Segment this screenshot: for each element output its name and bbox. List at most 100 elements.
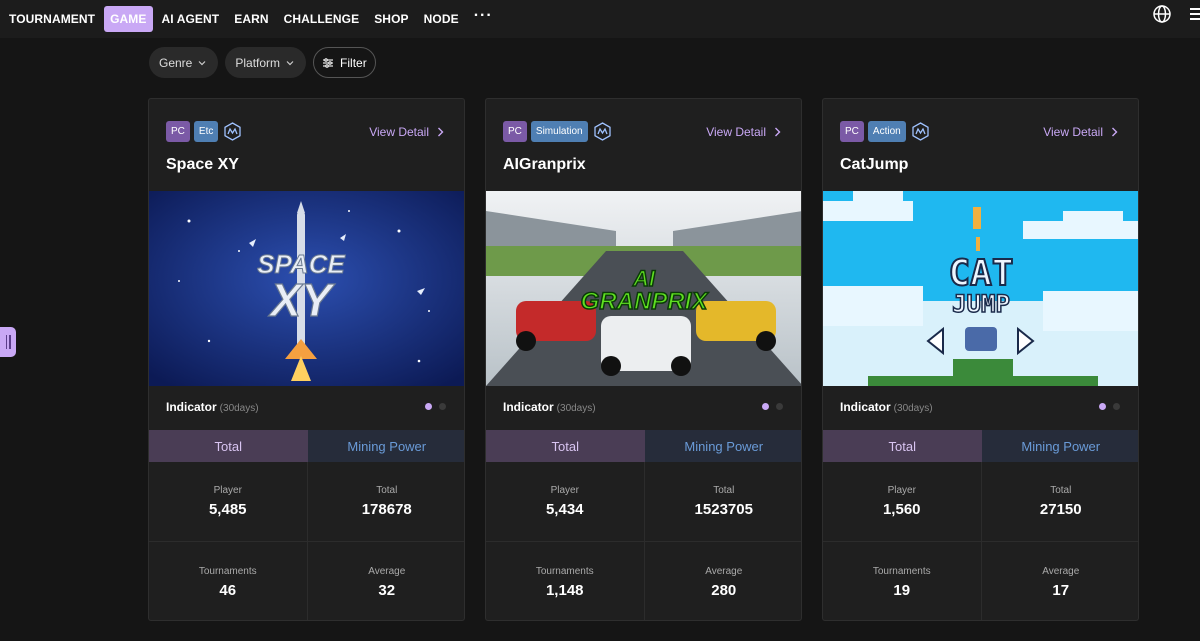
stat-average: Average 280	[645, 542, 802, 620]
chain-logo-icon	[222, 121, 243, 142]
globe-icon[interactable]	[1152, 4, 1172, 24]
hamburger-icon[interactable]	[1188, 4, 1200, 24]
stat-value: 5,485	[208, 501, 247, 518]
game-card-list: PC Etc View Detail Space XY SPACE XY Ind…	[148, 98, 1139, 621]
more-menu-button[interactable]: ···	[468, 7, 499, 25]
stat-label: Average	[705, 565, 743, 577]
tab-mining-power[interactable]: Mining Power	[981, 430, 1138, 462]
genre-dropdown[interactable]: Genre	[149, 47, 219, 78]
indicator-label: Indicator	[503, 400, 554, 414]
carousel-dot-active[interactable]	[1099, 403, 1106, 410]
stat-value: 17	[1052, 581, 1070, 599]
stat-total: Total 1523705	[644, 462, 801, 542]
genre-badge: Action	[867, 121, 906, 142]
carousel-dot[interactable]	[776, 403, 783, 410]
view-detail-label: View Detail	[369, 125, 429, 139]
platform-dropdown[interactable]: Platform	[225, 47, 307, 78]
stat-label: Player	[550, 485, 579, 496]
stat-value: 1,148	[545, 581, 584, 599]
game-card-space-xy[interactable]: PC Etc View Detail Space XY SPACE XY Ind…	[148, 98, 465, 621]
platform-label: Platform	[235, 55, 281, 70]
filter-button[interactable]: Filter	[313, 47, 376, 78]
stat-value: 19	[893, 581, 911, 599]
stat-average: Average 32	[308, 542, 465, 620]
stat-value: 27150	[1039, 501, 1082, 518]
game-cover-image[interactable]: CAT JUMP	[823, 191, 1138, 386]
tab-total[interactable]: Total	[486, 430, 645, 462]
stat-label: Total	[1050, 485, 1072, 496]
chevron-down-icon	[198, 60, 206, 65]
genre-badge: Etc	[193, 121, 219, 142]
tab-mining-power[interactable]: Mining Power	[307, 430, 464, 462]
game-title: CatJump	[840, 156, 909, 173]
filter-label: Filter	[340, 55, 367, 70]
game-card-catjump[interactable]: PC Action View Detail CatJump CAT JUMP I…	[822, 98, 1139, 621]
stat-value: 5,434	[545, 501, 584, 518]
stat-player: Player 1,560	[823, 462, 982, 542]
top-navigation: TOURNAMENT GAME AI AGENT EARN CHALLENGE …	[0, 0, 1200, 38]
chain-logo-icon	[910, 121, 931, 142]
tab-mining-power[interactable]: Mining Power	[644, 430, 801, 462]
stat-tournaments: Tournaments 46	[149, 542, 308, 620]
indicator-label: Indicator	[166, 400, 217, 414]
indicator-heading: Indicator (30days)	[503, 400, 596, 414]
sliders-icon	[323, 57, 334, 68]
stats-tabs: Total Mining Power	[823, 430, 1138, 462]
tab-total[interactable]: Total	[149, 430, 308, 462]
stat-player: Player 5,434	[486, 462, 645, 542]
indicator-period: (30days)	[219, 403, 259, 414]
carousel-dot[interactable]	[439, 403, 446, 410]
carousel-dot-active[interactable]	[425, 403, 432, 410]
tab-total[interactable]: Total	[823, 430, 982, 462]
chevron-right-icon	[438, 127, 444, 137]
stats-grid: Player 1,560 Total 27150 Tournaments 19 Ave…	[823, 462, 1139, 620]
view-detail-link[interactable]: View Detail	[369, 125, 444, 139]
stats-grid: Player 5,485 Total 178678 Tournaments 46 Av…	[149, 462, 465, 620]
stat-tournaments: Tournaments 1,148	[486, 542, 645, 620]
nav-challenge[interactable]: CHALLENGE	[278, 6, 366, 32]
stat-label: Player	[887, 485, 916, 496]
cover-art-line2: XY	[267, 274, 336, 326]
stat-label: Average	[1042, 565, 1080, 577]
nav-earn[interactable]: EARN	[228, 6, 274, 32]
stat-value: 178678	[361, 501, 412, 518]
game-card-aigranprix[interactable]: PC Simulation View Detail AIGranprix AI …	[485, 98, 802, 621]
indicator-period: (30days)	[556, 403, 596, 414]
view-detail-link[interactable]: View Detail	[1043, 125, 1118, 139]
side-panel-handle[interactable]	[0, 327, 16, 357]
game-cover-image[interactable]: AI GRANPRIX	[486, 191, 801, 386]
indicator-heading: Indicator (30days)	[840, 400, 933, 414]
stat-label: Average	[368, 565, 406, 577]
stats-tabs: Total Mining Power	[486, 430, 801, 462]
nav-game[interactable]: GAME	[104, 6, 153, 32]
genre-label: Genre	[159, 55, 193, 70]
carousel-dot[interactable]	[1113, 403, 1120, 410]
carousel-dots	[425, 403, 446, 410]
indicator-period: (30days)	[893, 403, 933, 414]
stat-label: Total	[713, 485, 735, 496]
stat-value: 32	[378, 581, 396, 599]
stat-label: Tournaments	[535, 565, 594, 577]
game-cover-image[interactable]: SPACE XY	[149, 191, 464, 386]
stat-label: Player	[213, 485, 242, 496]
nav-shop[interactable]: SHOP	[368, 6, 414, 32]
stat-player: Player 5,485	[149, 462, 308, 542]
chevron-down-icon	[286, 60, 294, 65]
view-detail-link[interactable]: View Detail	[706, 125, 781, 139]
platform-badge: PC	[840, 121, 864, 142]
nav-node[interactable]: NODE	[418, 6, 465, 32]
stat-average: Average 17	[982, 542, 1139, 620]
stats-grid: Player 5,434 Total 1523705 Tournaments 1,14…	[486, 462, 802, 620]
stats-tabs: Total Mining Power	[149, 430, 464, 462]
indicator-label: Indicator	[840, 400, 891, 414]
nav-ai-agent[interactable]: AI AGENT	[156, 6, 226, 32]
chevron-right-icon	[775, 127, 781, 137]
nav-tournament[interactable]: TOURNAMENT	[3, 6, 101, 32]
stat-label: Tournaments	[198, 565, 257, 577]
game-title: Space XY	[166, 156, 239, 173]
indicator-heading: Indicator (30days)	[166, 400, 259, 414]
platform-badge: PC	[166, 121, 190, 142]
carousel-dot-active[interactable]	[762, 403, 769, 410]
chain-logo-icon	[592, 121, 613, 142]
carousel-dots	[1099, 403, 1120, 410]
